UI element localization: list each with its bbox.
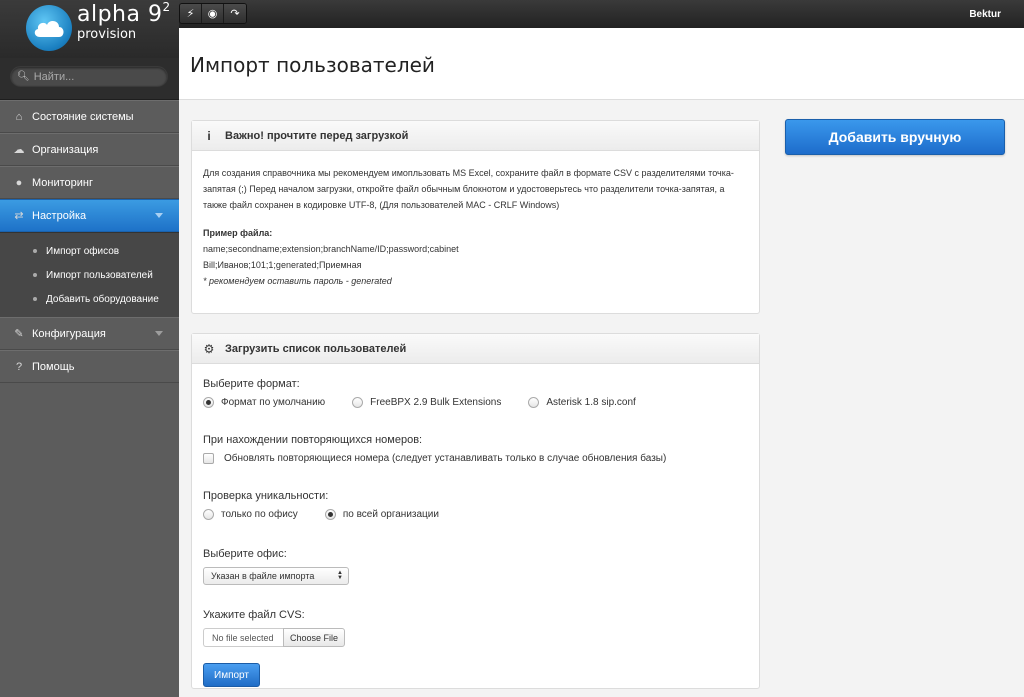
sidebar-item-label: Конфигурация	[32, 327, 106, 340]
radio-label: по всей организации	[342, 509, 439, 520]
radio-button[interactable]	[528, 397, 540, 408]
chevron-down-icon	[155, 331, 163, 336]
radio-button[interactable]	[324, 509, 336, 520]
format-option-freepbx[interactable]: FreeBPX 2.9 Bulk Extensions	[352, 397, 501, 408]
radio-label: Asterisk 1.8 sip.conf	[546, 397, 636, 408]
update-duplicates-checkbox[interactable]	[203, 453, 214, 464]
office-select[interactable]: Указан в файле импорта ▲ ▼	[203, 567, 349, 585]
subnav-item-label: Импорт офисов	[46, 245, 120, 257]
upload-panel-header: ⚙ Загрузить список пользователей	[192, 334, 759, 364]
select-arrows-icon: ▲ ▼	[337, 570, 343, 581]
subnav-item-label: Импорт пользователей	[46, 269, 153, 281]
page-title: Импорт пользователей	[190, 53, 435, 77]
format-label: Выберите формат:	[203, 378, 300, 390]
format-radio-group: Формат по умолчанию FreeBPX 2.9 Bulk Ext…	[203, 397, 748, 408]
eye-icon[interactable]: ◉	[202, 4, 224, 23]
radio-label: FreeBPX 2.9 Bulk Extensions	[370, 397, 502, 408]
redo-icon[interactable]: ↷	[224, 4, 246, 23]
main-content: Импорт пользователей i Важно! прочтите п…	[179, 28, 1024, 697]
gear-icon: ⚙	[203, 341, 215, 356]
shuffle-icon: ⇄	[14, 210, 24, 222]
search-wrap: 🔍︎	[0, 58, 179, 100]
cloud-logo-icon	[26, 5, 72, 51]
uniqueness-radio-group: только по офису по всей организации	[203, 509, 748, 520]
user-name[interactable]: Bektur	[969, 9, 1001, 20]
sidebar-item-label: Помощь	[32, 360, 75, 373]
info-panel-header: i Важно! прочтите перед загрузкой	[192, 121, 759, 151]
info-note: * рекомендуем оставить пароль - generate…	[203, 276, 392, 286]
office-select-value: Указан в файле импорта	[211, 571, 315, 581]
question-icon: ?	[15, 360, 23, 373]
settings-subnav: Импорт офисов Импорт пользователей Добав…	[0, 232, 179, 317]
radio-button[interactable]	[352, 397, 364, 408]
import-button[interactable]: Импорт	[203, 663, 260, 687]
example-line: name;secondname;extension;branchName/ID;…	[203, 244, 459, 254]
radio-button[interactable]	[203, 509, 214, 520]
uniqueness-label: Проверка уникальности:	[203, 490, 329, 502]
info-icon: i	[207, 128, 211, 143]
lightning-icon[interactable]: ⚡	[180, 4, 202, 23]
example-line: Bill;Иванов;101;1;generated;Приемная	[203, 260, 362, 270]
info-panel-body: Для создания справочника мы рекомендуем …	[192, 151, 759, 303]
sidebar: 🔍︎ ⌂ Состояние системы ☁ Организация ● М…	[0, 58, 179, 697]
info-panel: i Важно! прочтите перед загрузкой Для со…	[191, 120, 760, 314]
upload-panel-body: Выберите формат: Формат по умолчанию Fre…	[192, 364, 759, 697]
bullet-icon	[33, 273, 37, 277]
subnav-item-label: Добавить оборудование	[46, 293, 159, 305]
search-icon: 🔍︎	[17, 71, 30, 82]
sidebar-item-monitoring[interactable]: ● Мониторинг	[0, 166, 179, 199]
subnav-item-import-offices[interactable]: Импорт офисов	[0, 239, 179, 263]
sidebar-item-status[interactable]: ⌂ Состояние системы	[0, 100, 179, 133]
info-panel-title: Важно! прочтите перед загрузкой	[225, 129, 409, 142]
duplicates-label: При нахождении повторяющихся номеров:	[203, 434, 423, 446]
office-label: Выберите офис:	[203, 548, 287, 560]
add-manually-button[interactable]: Добавить вручную	[785, 119, 1005, 155]
sidebar-item-organization[interactable]: ☁ Организация	[0, 133, 179, 166]
sidebar-item-label: Настройка	[32, 209, 87, 222]
sidebar-item-configuration[interactable]: ✎ Конфигурация	[0, 317, 179, 350]
search-box[interactable]: 🔍︎	[10, 66, 168, 87]
cloud-icon: ☁	[13, 144, 25, 156]
uniqueness-option-office[interactable]: только по офису	[203, 509, 298, 520]
example-label: Пример файла:	[203, 228, 273, 238]
sidebar-item-help[interactable]: ? Помощь	[0, 350, 179, 383]
logo-subtitle: provision	[77, 27, 137, 42]
sidebar-item-settings[interactable]: ⇄ Настройка	[0, 199, 179, 232]
info-description: Для создания справочника мы рекомендуем …	[203, 168, 734, 210]
sidebar-item-label: Организация	[32, 143, 99, 156]
page-header: Импорт пользователей	[179, 28, 1024, 100]
chevron-down-icon	[155, 213, 163, 218]
wrench-icon: ✎	[14, 328, 24, 340]
choose-file-button[interactable]: Choose File	[283, 628, 345, 647]
upload-panel: ⚙ Загрузить список пользователей Выберит…	[191, 333, 760, 689]
logo-text: alpha 92	[77, 0, 171, 27]
file-label: Укажите файл CVS:	[203, 609, 305, 621]
location-icon: ●	[15, 176, 23, 189]
checkbox-label: Обновлять повторяющиеся номера (следует …	[224, 453, 667, 464]
logo[interactable]: alpha 92 provision	[0, 0, 179, 58]
update-duplicates-option[interactable]: Обновлять повторяющиеся номера (следует …	[203, 453, 748, 464]
sidebar-item-label: Мониторинг	[32, 176, 94, 189]
radio-button[interactable]	[203, 397, 214, 408]
upload-panel-title: Загрузить список пользователей	[225, 342, 407, 355]
file-name-display: No file selected	[203, 628, 283, 647]
search-input[interactable]	[33, 70, 154, 83]
home-icon: ⌂	[15, 110, 23, 123]
uniqueness-option-organization[interactable]: по всей организации	[324, 509, 439, 520]
toolbar: ⚡ ◉ ↷	[179, 3, 247, 24]
sidebar-item-label: Состояние системы	[32, 110, 134, 123]
file-input[interactable]: No file selected Choose File	[203, 628, 748, 647]
format-option-asterisk[interactable]: Asterisk 1.8 sip.conf	[528, 397, 636, 408]
bullet-icon	[33, 297, 37, 301]
bullet-icon	[33, 249, 37, 253]
subnav-item-add-equipment[interactable]: Добавить оборудование	[0, 287, 179, 311]
radio-label: Формат по умолчанию	[221, 397, 326, 408]
subnav-item-import-users[interactable]: Импорт пользователей	[0, 263, 179, 287]
radio-label: только по офису	[221, 509, 298, 520]
format-option-default[interactable]: Формат по умолчанию	[203, 397, 325, 408]
